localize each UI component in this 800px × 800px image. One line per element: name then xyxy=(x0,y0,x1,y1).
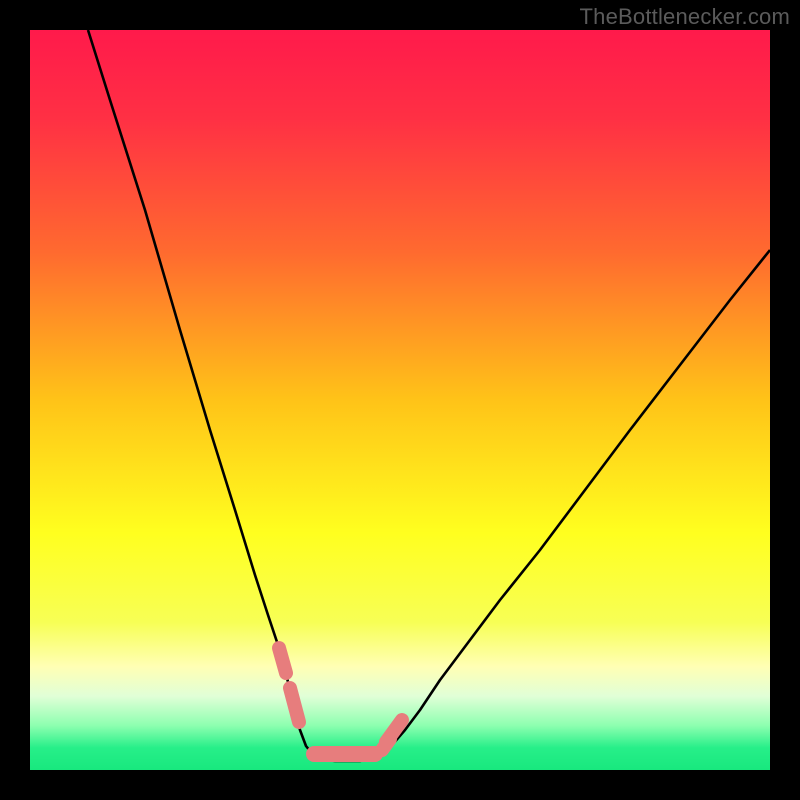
chart-curves xyxy=(30,30,770,770)
plot-area xyxy=(30,30,770,770)
series-valley-markers-left-2 xyxy=(290,688,299,722)
attribution-watermark: TheBottlenecker.com xyxy=(580,4,790,30)
series-right-curve xyxy=(365,250,770,760)
series-valley-markers-right-2 xyxy=(382,739,390,750)
series-valley-markers-left xyxy=(279,648,286,673)
series-left-curve xyxy=(88,30,325,760)
chart-frame: TheBottlenecker.com xyxy=(0,0,800,800)
